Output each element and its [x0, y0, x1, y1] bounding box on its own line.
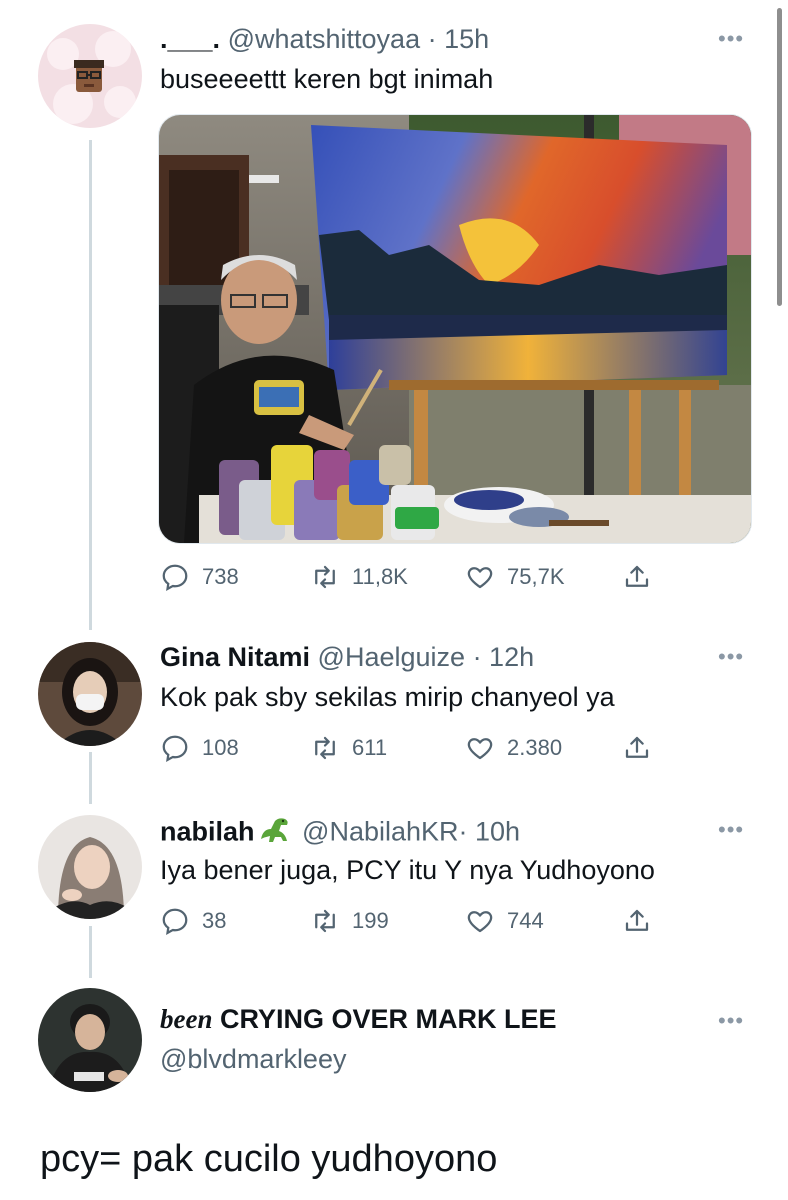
- thread-line: [89, 140, 92, 630]
- tweet-header: been CRYING OVER MARK LEE: [160, 1004, 557, 1035]
- reply-button[interactable]: 108: [160, 733, 239, 763]
- reply-icon: [162, 735, 188, 762]
- avatar[interactable]: [38, 24, 142, 128]
- timestamp[interactable]: · 15h: [428, 24, 490, 54]
- reply-button[interactable]: 38: [160, 906, 226, 936]
- user-handle[interactable]: @NabilahKR: [302, 817, 458, 847]
- like-icon: [467, 738, 493, 760]
- user-handle[interactable]: @Haelguize: [318, 642, 466, 672]
- reply-icon: [162, 564, 188, 591]
- reply-count: 738: [202, 564, 239, 589]
- display-name[interactable]: Gina Nitami: [160, 642, 310, 672]
- retweet-count: 611: [352, 735, 388, 760]
- retweet-button[interactable]: 199: [310, 906, 389, 936]
- user-handle[interactable]: @blvdmarkleey: [160, 1044, 346, 1075]
- display-name[interactable]: nabilah: [160, 817, 255, 847]
- tweet-header: nabilah @NabilahKR· 10h: [160, 815, 520, 852]
- like-count: 744: [507, 908, 544, 933]
- tweet-header: .___. @whatshittoyaa · 15h: [160, 24, 489, 55]
- like-button[interactable]: 2.380: [465, 733, 562, 763]
- like-button[interactable]: 744: [465, 906, 544, 936]
- avatar[interactable]: [38, 815, 142, 919]
- like-count: 75,7K: [507, 564, 565, 589]
- display-name[interactable]: .___.: [160, 24, 220, 54]
- more-icon[interactable]: •••: [718, 28, 744, 50]
- like-icon: [467, 911, 493, 933]
- reply-icon: [162, 908, 188, 935]
- timestamp[interactable]: · 12h: [473, 642, 535, 672]
- share-icon: [625, 736, 649, 758]
- tweet-text: Kok pak sby sekilas mirip chanyeol ya: [160, 682, 615, 712]
- retweet-button[interactable]: 11,8K: [310, 562, 408, 592]
- like-button[interactable]: 75,7K: [465, 562, 565, 592]
- retweet-count: 199: [352, 908, 389, 933]
- share-button[interactable]: [622, 733, 652, 763]
- more-icon[interactable]: •••: [718, 819, 744, 841]
- retweet-icon: [315, 565, 335, 589]
- tweet-photo[interactable]: [158, 114, 752, 544]
- share-icon: [625, 565, 649, 587]
- share-button[interactable]: [622, 906, 652, 936]
- reply-count: 38: [202, 908, 227, 933]
- user-handle[interactable]: @whatshittoyaa: [228, 24, 421, 54]
- timestamp[interactable]: · 10h: [459, 817, 521, 847]
- retweet-count: 11,8K: [352, 564, 408, 589]
- tweet-text: Iya bener juga, PCY itu Y nya Yudhoyono: [160, 855, 655, 885]
- like-icon: [467, 567, 493, 589]
- retweet-icon: [315, 909, 335, 933]
- display-name[interactable]: CRYING OVER MARK LEE: [220, 1004, 557, 1034]
- like-count: 2.380: [507, 735, 563, 760]
- more-icon[interactable]: •••: [718, 646, 744, 668]
- more-icon[interactable]: •••: [718, 1010, 744, 1032]
- scrollbar[interactable]: [777, 8, 782, 306]
- thread-line: [89, 926, 92, 978]
- tweet-text: buseeeettt keren bgt inimah: [160, 64, 494, 94]
- share-button[interactable]: [622, 562, 652, 592]
- retweet-icon: [315, 736, 335, 760]
- retweet-button[interactable]: 611: [310, 733, 387, 763]
- share-icon: [625, 909, 649, 931]
- reply-count: 108: [202, 735, 239, 760]
- avatar[interactable]: [38, 988, 142, 1092]
- display-name-italic[interactable]: been: [160, 1004, 212, 1034]
- thread-line: [89, 752, 92, 804]
- reply-button[interactable]: 738: [160, 562, 239, 592]
- dinosaur-emoji: [257, 815, 293, 852]
- tweet-header: Gina Nitami @Haelguize · 12h: [160, 642, 534, 673]
- reply-text: pcy= pak cucilo yudhoyono: [40, 1138, 498, 1180]
- avatar[interactable]: [38, 642, 142, 746]
